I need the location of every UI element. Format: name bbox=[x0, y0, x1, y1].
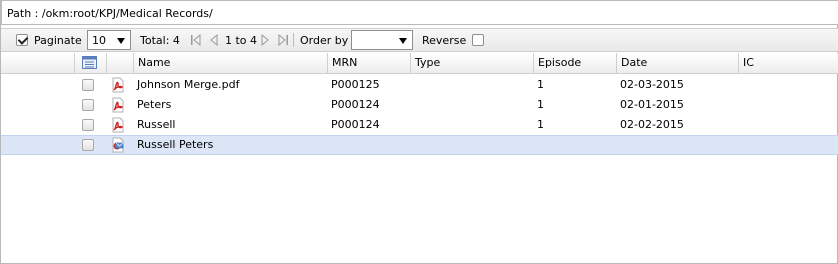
total-count: Total: 4 bbox=[140, 33, 180, 47]
cell-name: Russell Peters bbox=[137, 138, 214, 151]
page-range: 1 to 4 bbox=[225, 33, 258, 47]
path-bar: Path : /okm:root/KPJ/Medical Records/ bbox=[1, 0, 838, 25]
table-row[interactable]: Russell P000124 1 02-02-2015 bbox=[1, 115, 838, 135]
row-checkbox[interactable] bbox=[82, 139, 94, 151]
chevron-down-icon bbox=[117, 38, 125, 44]
reverse-checkbox[interactable] bbox=[472, 34, 484, 46]
reverse-label: Reverse bbox=[422, 33, 467, 47]
column-header-type[interactable]: Type bbox=[410, 53, 533, 74]
column-header-ic[interactable]: IC bbox=[738, 53, 838, 74]
page-size-value: 10 bbox=[92, 34, 106, 47]
mail-icon bbox=[112, 137, 124, 153]
row-checkbox[interactable] bbox=[82, 79, 94, 91]
row-checkbox[interactable] bbox=[82, 99, 94, 111]
table-row[interactable]: Russell Peters bbox=[1, 135, 838, 155]
pdf-icon bbox=[112, 117, 124, 133]
prev-page-icon[interactable] bbox=[209, 34, 219, 46]
icon-column bbox=[106, 53, 133, 74]
table-header: Name MRN Type Episode Date IC bbox=[1, 53, 838, 74]
page-size-select[interactable]: 10 bbox=[87, 30, 131, 50]
row-checkbox[interactable] bbox=[82, 119, 94, 131]
column-header-name[interactable]: Name bbox=[133, 53, 327, 74]
table-row[interactable]: Johnson Merge.pdf P000125 1 02-03-2015 bbox=[1, 75, 838, 95]
select-all-column[interactable] bbox=[74, 53, 106, 74]
column-header-episode[interactable]: Episode bbox=[533, 53, 616, 74]
cell-episode: 1 bbox=[537, 78, 544, 91]
cell-mrn: P000125 bbox=[331, 78, 380, 91]
cell-date: 02-03-2015 bbox=[620, 78, 684, 91]
column-header-date[interactable]: Date bbox=[616, 53, 738, 74]
paginate-checkbox[interactable] bbox=[16, 34, 28, 46]
order-by-label: Order by bbox=[300, 33, 349, 47]
pdf-icon bbox=[112, 97, 124, 113]
cell-mrn: P000124 bbox=[331, 98, 380, 111]
cell-date: 02-01-2015 bbox=[620, 98, 684, 111]
cell-episode: 1 bbox=[537, 98, 544, 111]
next-page-icon[interactable] bbox=[260, 34, 270, 46]
chevron-down-icon bbox=[399, 38, 407, 44]
cell-name: Peters bbox=[137, 98, 172, 111]
paginate-label: Paginate bbox=[34, 33, 82, 47]
order-by-select[interactable] bbox=[351, 30, 413, 50]
table-row[interactable]: Peters P000124 1 02-01-2015 bbox=[1, 95, 838, 115]
file-browser-panel: Path : /okm:root/KPJ/Medical Records/ Pa… bbox=[0, 0, 838, 264]
toolbar-divider bbox=[293, 33, 294, 47]
pdf-icon bbox=[112, 77, 124, 93]
cell-mrn: P000124 bbox=[331, 118, 380, 131]
path-text: Path : /okm:root/KPJ/Medical Records/ bbox=[7, 7, 213, 20]
first-page-icon[interactable] bbox=[191, 34, 201, 46]
cell-name: Johnson Merge.pdf bbox=[137, 78, 240, 91]
column-header-mrn[interactable]: MRN bbox=[327, 53, 410, 74]
cell-name: Russell bbox=[137, 118, 176, 131]
pagination-toolbar: Paginate 10 Total: 4 1 to 4 Order by Rev… bbox=[1, 28, 838, 52]
column-list-icon[interactable] bbox=[82, 56, 97, 69]
cell-date: 02-02-2015 bbox=[620, 118, 684, 131]
cell-episode: 1 bbox=[537, 118, 544, 131]
last-page-icon[interactable] bbox=[278, 34, 288, 46]
